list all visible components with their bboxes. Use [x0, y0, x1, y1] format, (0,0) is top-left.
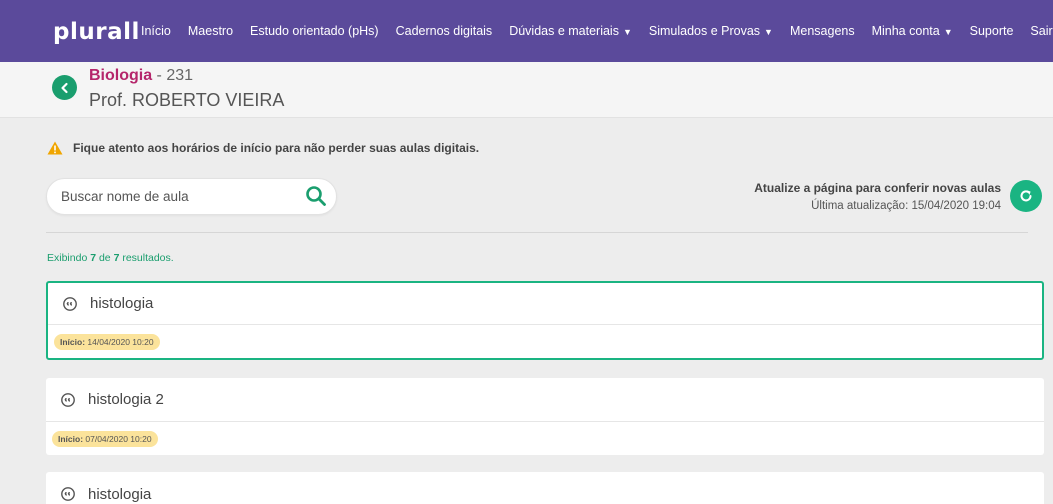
nav-link-duvidas-materiais[interactable]: Dúvidas e materiais ▼	[509, 24, 632, 38]
lesson-card[interactable]: histologia Início: 14/04/2020 10:20	[46, 281, 1044, 360]
results-count: Exibindo 7 de 7 resultados.	[47, 252, 174, 264]
nav-link-cadernos-digitais[interactable]: Cadernos digitais	[396, 24, 493, 38]
caret-down-icon: ▼	[943, 27, 953, 37]
lesson-name: histologia	[88, 485, 152, 503]
course-title: Biologia - 231	[89, 67, 193, 85]
nav-link-inicio[interactable]: Início	[141, 24, 171, 38]
lesson-card[interactable]: histologia	[46, 472, 1044, 504]
lesson-icon	[61, 487, 75, 501]
lesson-card-footer: Início: 14/04/2020 10:20	[48, 325, 1042, 358]
last-updated: Última atualização: 15/04/2020 19:04	[811, 200, 1001, 212]
refresh-icon	[1020, 190, 1032, 202]
lesson-card[interactable]: histologia 2 Início: 07/04/2020 10:20	[46, 378, 1044, 455]
nav-links: Início Maestro Estudo orientado (pHs) Ca…	[141, 0, 1053, 62]
refresh-button[interactable]	[1010, 180, 1042, 212]
lesson-card-footer: Início: 07/04/2020 10:20	[46, 422, 1044, 455]
notice-banner: Fique atento aos horários de início para…	[47, 141, 479, 155]
teacher-name: Prof. ROBERTO VIEIRA	[89, 90, 285, 110]
caret-down-icon: ▼	[622, 27, 632, 37]
nav-link-sair[interactable]: Sair	[1030, 24, 1052, 38]
subject-name: Biologia	[89, 67, 153, 84]
nav-link-minha-conta[interactable]: Minha conta ▼	[872, 24, 953, 38]
class-number: - 231	[152, 67, 194, 84]
notice-text: Fique atento aos horários de início para…	[73, 141, 480, 155]
refresh-title: Atualize a página para conferir novas au…	[754, 181, 1001, 195]
nav-link-maestro[interactable]: Maestro	[188, 24, 233, 38]
start-time-badge: Início: 07/04/2020 10:20	[52, 430, 158, 447]
top-navbar: plurall Início Maestro Estudo orientado …	[0, 0, 1053, 62]
lesson-icon	[61, 392, 75, 407]
search-icon[interactable]	[305, 185, 327, 207]
nav-link-mensagens[interactable]: Mensagens	[790, 24, 855, 38]
course-header: Biologia - 231 Prof. ROBERTO VIEIRA	[0, 62, 1053, 118]
lesson-name: histologia	[90, 295, 154, 312]
plurall-logo[interactable]: plurall	[53, 20, 140, 44]
lesson-card-header: histologia	[46, 472, 1044, 504]
search-box	[46, 178, 337, 215]
chevron-left-icon	[60, 82, 68, 93]
lesson-icon	[63, 296, 77, 311]
nav-link-estudo-orientado[interactable]: Estudo orientado (pHs)	[250, 24, 379, 38]
search-input[interactable]	[61, 179, 291, 214]
warning-icon	[47, 141, 63, 155]
lesson-name: histologia 2	[88, 391, 164, 408]
nav-link-suporte[interactable]: Suporte	[970, 24, 1014, 38]
caret-down-icon: ▼	[764, 27, 773, 37]
lesson-card-header: histologia	[48, 283, 1042, 325]
lesson-card-header: histologia 2	[46, 378, 1044, 422]
back-button[interactable]	[52, 75, 77, 100]
divider	[46, 232, 1028, 233]
nav-link-simulados-provas[interactable]: Simulados e Provas ▼	[649, 24, 773, 38]
start-time-badge: Início: 14/04/2020 10:20	[54, 333, 160, 350]
